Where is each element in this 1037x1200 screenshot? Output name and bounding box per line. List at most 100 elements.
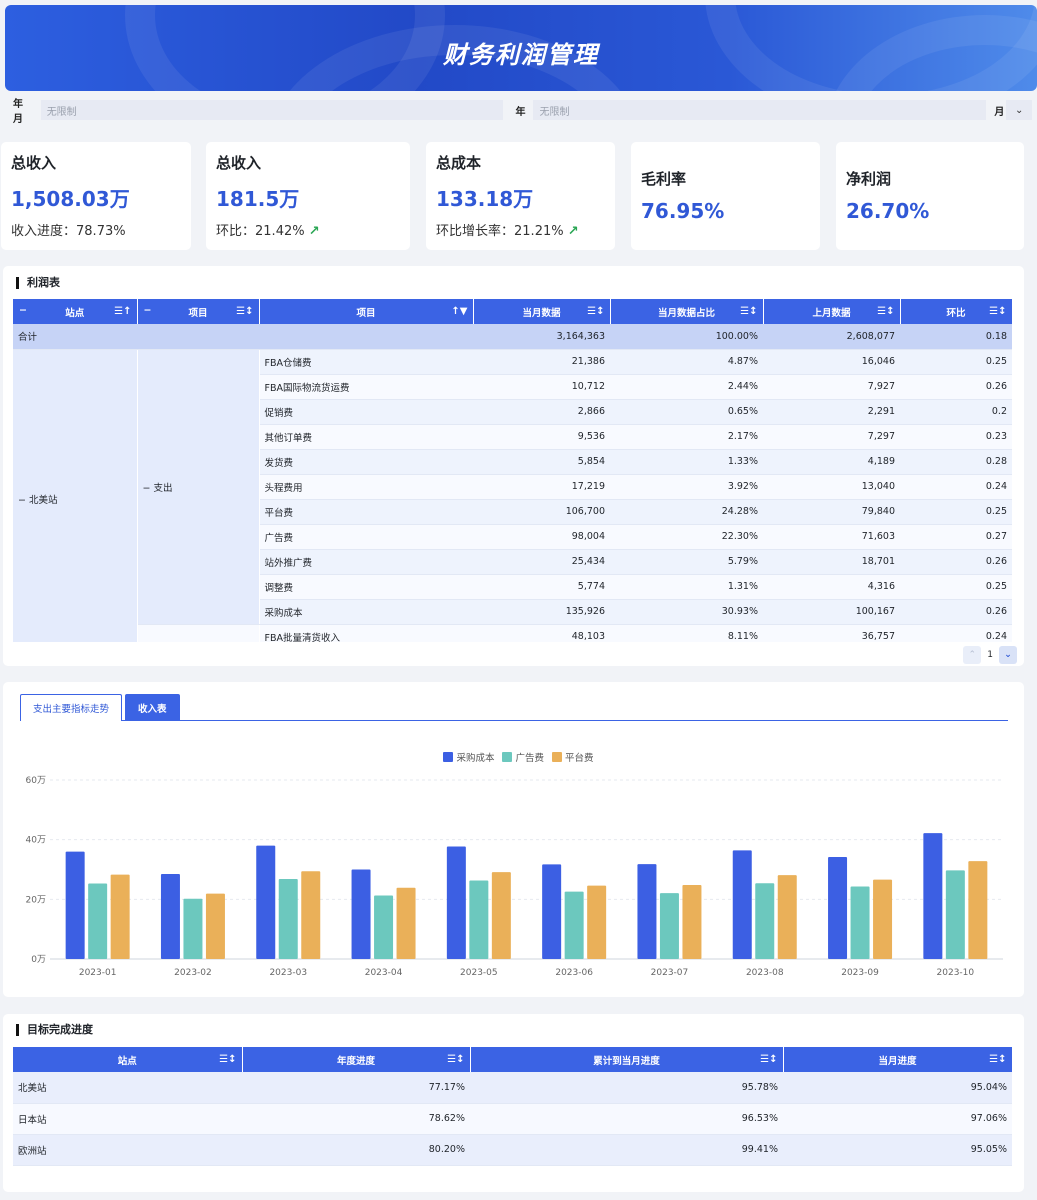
total-mom: 0.18 bbox=[900, 324, 1012, 350]
x-tick-label: 2023-02 bbox=[174, 968, 212, 978]
page-number: 1 bbox=[987, 650, 993, 660]
sort-icon[interactable]: ☰↕ bbox=[760, 1054, 777, 1065]
target-header-month[interactable]: 当月进度 ☰↕ bbox=[783, 1047, 1013, 1072]
table-row: 日本站 78.62% 96.53% 97.06% bbox=[13, 1103, 1012, 1135]
sort-icon[interactable]: ☰↕ bbox=[587, 306, 604, 317]
header-site[interactable]: − 站点 ☰↑ bbox=[13, 299, 138, 324]
pagination: ⌃ 1 ⌄ bbox=[963, 646, 1017, 664]
bar-采购成本[interactable] bbox=[65, 851, 85, 959]
bar-采购成本[interactable] bbox=[732, 850, 752, 959]
item-name: 其他订单费 bbox=[259, 424, 473, 450]
bar-采购成本[interactable] bbox=[446, 846, 466, 959]
table-row: 北美站 77.17% 95.78% 95.04% bbox=[13, 1072, 1012, 1104]
target-cumulative: 99.41% bbox=[470, 1134, 783, 1166]
item-name: FBA仓储费 bbox=[259, 349, 473, 375]
x-tick-label: 2023-01 bbox=[79, 968, 117, 978]
year-month-select[interactable]: 无限制 bbox=[40, 100, 504, 120]
header-item[interactable]: 项目 ↑▼ bbox=[259, 299, 474, 324]
bar-采购成本[interactable] bbox=[351, 869, 371, 960]
bar-广告费[interactable] bbox=[88, 883, 108, 959]
sort-icon[interactable]: ☰↕ bbox=[447, 1054, 464, 1065]
bar-广告费[interactable] bbox=[659, 893, 679, 959]
kpi-card-total-income: 总收入 1,508.03万 收入进度：78.73% bbox=[1, 142, 191, 250]
group-cell[interactable] bbox=[137, 624, 260, 642]
site-cell[interactable]: − 北美站 bbox=[13, 349, 138, 642]
bar-平台费[interactable] bbox=[205, 893, 225, 959]
bar-采购成本[interactable] bbox=[923, 833, 943, 959]
target-annual: 80.20% bbox=[242, 1134, 470, 1166]
header-last[interactable]: 上月数据 ☰↕ bbox=[763, 299, 901, 324]
year-select[interactable]: 无限制 bbox=[533, 100, 987, 120]
target-header-cumulative[interactable]: 累计到当月进度 ☰↕ bbox=[470, 1047, 784, 1072]
mom-value: 0.24 bbox=[900, 624, 1012, 642]
x-tick-label: 2023-04 bbox=[365, 968, 403, 978]
header-mom[interactable]: 环比 ☰↕ bbox=[900, 299, 1012, 324]
bar-平台费[interactable] bbox=[873, 879, 893, 959]
kpi-title: 毛利率 bbox=[641, 170, 687, 188]
tab-expense-trend[interactable]: 支出主要指标走势 bbox=[20, 694, 123, 721]
kpi-card-cost: 总成本 133.18万 环比增长率：21.21% ↗ bbox=[426, 142, 615, 250]
bar-平台费[interactable] bbox=[396, 887, 416, 959]
current-value: 17,219 bbox=[473, 474, 610, 500]
header-current[interactable]: 当月数据 ☰↕ bbox=[473, 299, 611, 324]
bar-采购成本[interactable] bbox=[160, 873, 180, 959]
bar-平台费[interactable] bbox=[491, 872, 511, 959]
tab-income[interactable]: 收入表 bbox=[125, 694, 180, 721]
bar-广告费[interactable] bbox=[850, 886, 870, 959]
bar-平台费[interactable] bbox=[968, 861, 988, 959]
last-value: 100,167 bbox=[763, 599, 900, 625]
legend-item[interactable]: 平台费 bbox=[552, 750, 594, 764]
kpi-value: 26.70% bbox=[846, 199, 930, 223]
year-month-label: 年月 bbox=[13, 99, 23, 125]
sort-icon[interactable]: ☰↕ bbox=[989, 1054, 1006, 1065]
bar-平台费[interactable] bbox=[301, 871, 321, 959]
legend-item[interactable]: 采购成本 bbox=[443, 750, 494, 764]
target-header-annual[interactable]: 年度进度 ☰↕ bbox=[242, 1047, 471, 1072]
sort-icon[interactable]: ☰↕ bbox=[236, 306, 253, 317]
group-cell[interactable]: − 支出 bbox=[137, 349, 260, 625]
bar-广告费[interactable] bbox=[469, 880, 489, 959]
target-header-site[interactable]: 站点 ☰↕ bbox=[13, 1047, 243, 1072]
bar-平台费[interactable] bbox=[777, 875, 797, 959]
item-name: 促销费 bbox=[259, 399, 473, 425]
month-select[interactable]: ⌄ bbox=[1006, 100, 1032, 120]
bar-采购成本[interactable] bbox=[542, 864, 562, 959]
table-row: FBA批量清货收入 48,103 8.11% 36,757 0.24 bbox=[13, 624, 1012, 642]
current-value: 5,774 bbox=[473, 574, 610, 600]
bar-采购成本[interactable] bbox=[256, 845, 276, 959]
sort-icon[interactable]: ☰↕ bbox=[219, 1054, 236, 1065]
ratio-value: 22.30% bbox=[610, 524, 763, 550]
bar-平台费[interactable] bbox=[110, 874, 130, 959]
total-label: 合计 bbox=[13, 324, 473, 350]
bar-广告费[interactable] bbox=[374, 895, 394, 959]
bar-采购成本[interactable] bbox=[828, 856, 848, 959]
prev-page-button[interactable]: ⌃ bbox=[963, 646, 982, 664]
sort-icon[interactable]: ☰↕ bbox=[989, 306, 1006, 317]
legend-item[interactable]: 广告费 bbox=[502, 750, 544, 764]
sort-icon[interactable]: ☰↕ bbox=[740, 306, 757, 317]
bar-广告费[interactable] bbox=[755, 883, 775, 959]
collapse-icon[interactable]: − bbox=[19, 305, 27, 316]
mom-value: 0.26 bbox=[900, 374, 1012, 400]
item-name: FBA批量清货收入 bbox=[259, 624, 473, 642]
last-value: 7,297 bbox=[763, 424, 900, 450]
header-ratio[interactable]: 当月数据占比 ☰↕ bbox=[610, 299, 764, 324]
bar-平台费[interactable] bbox=[587, 885, 607, 959]
sort-icon[interactable]: ☰↑ bbox=[114, 306, 131, 317]
bar-平台费[interactable] bbox=[682, 885, 702, 959]
sort-icon[interactable]: ☰↕ bbox=[877, 306, 894, 317]
filter-icon[interactable]: ↑▼ bbox=[451, 306, 467, 317]
bar-广告费[interactable] bbox=[183, 898, 203, 959]
kpi-card-gross-margin: 毛利率 76.95% bbox=[631, 142, 820, 250]
bar-广告费[interactable] bbox=[278, 879, 298, 959]
bar-广告费[interactable] bbox=[945, 870, 965, 959]
collapse-icon[interactable]: − bbox=[144, 305, 152, 316]
total-row: 合计 3,164,363 100.00% 2,608,077 0.18 bbox=[13, 324, 1012, 350]
header-item-group[interactable]: − 项目 ☰↕ bbox=[137, 299, 260, 324]
bar-采购成本[interactable] bbox=[637, 864, 657, 959]
total-ratio: 100.00% bbox=[610, 324, 763, 350]
next-page-button[interactable]: ⌄ bbox=[999, 646, 1017, 664]
bar-广告费[interactable] bbox=[564, 891, 584, 959]
ratio-value: 30.93% bbox=[610, 599, 763, 625]
item-name: 平台费 bbox=[259, 499, 473, 525]
